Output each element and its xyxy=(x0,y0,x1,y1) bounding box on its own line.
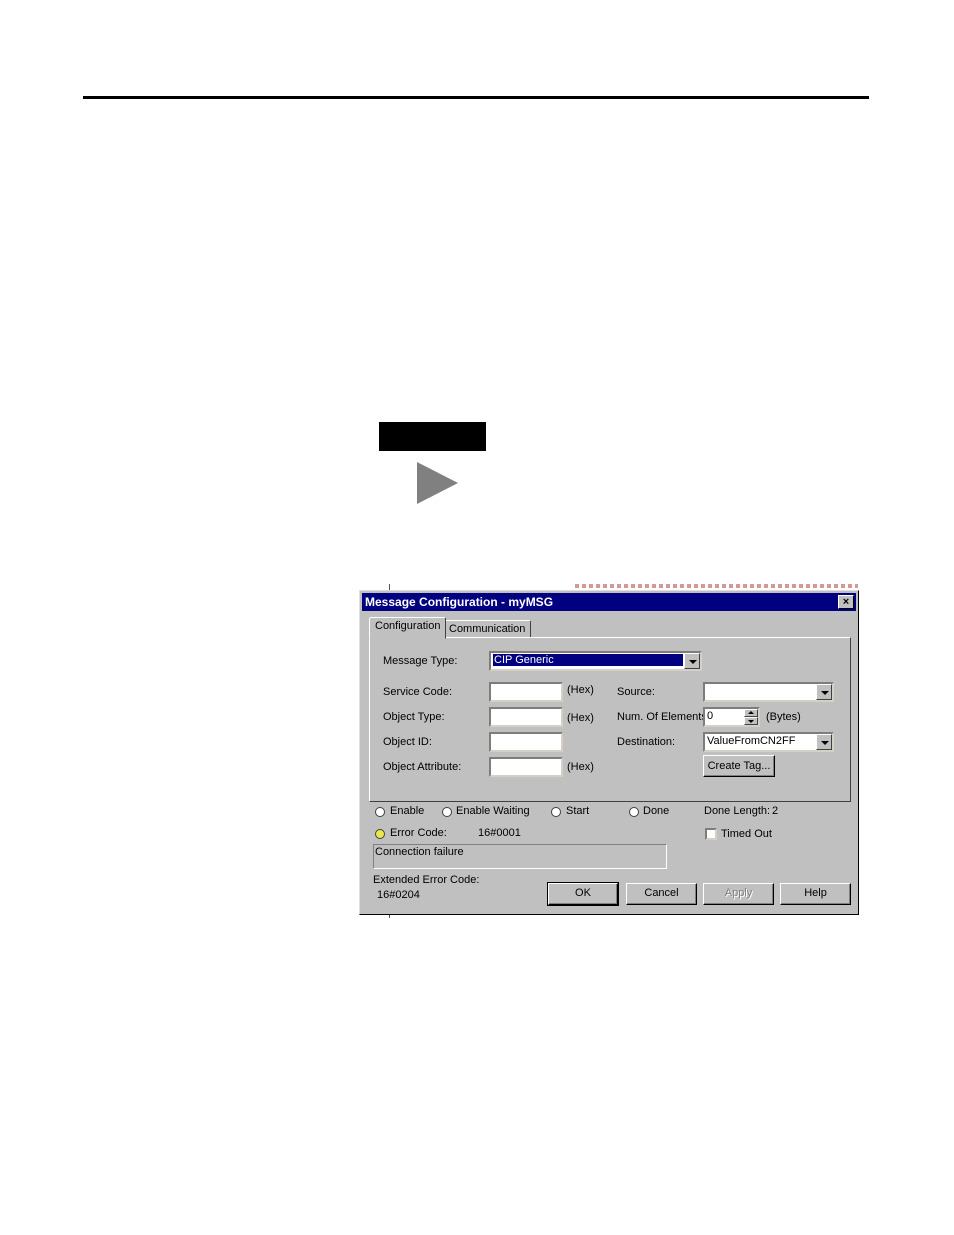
apply-button[interactable]: Apply xyxy=(703,883,774,905)
service-code-input[interactable] xyxy=(489,682,563,702)
start-label: Start xyxy=(566,805,590,817)
message-configuration-dialog: Message Configuration - myMSG × Configur… xyxy=(359,590,859,915)
object-id-label: Object ID: xyxy=(383,736,432,748)
tab-label: Configuration xyxy=(375,620,441,632)
timed-out-checkbox[interactable] xyxy=(705,828,717,840)
num-elements-stepper[interactable]: 0 xyxy=(703,707,760,727)
spin-up-icon[interactable] xyxy=(744,709,758,717)
destination-label: Destination: xyxy=(617,736,676,748)
enable-waiting-label: Enable Waiting xyxy=(456,805,530,817)
timed-out-label: Timed Out xyxy=(721,828,772,840)
enable-waiting-indicator xyxy=(442,807,452,817)
destination-select[interactable]: ValueFromCN2FF xyxy=(703,732,834,752)
error-message-box: Connection failure xyxy=(373,844,667,869)
destination-value: ValueFromCN2FF xyxy=(707,735,796,747)
done-indicator xyxy=(629,807,639,817)
callout-label-bar xyxy=(379,422,486,451)
chevron-down-icon[interactable] xyxy=(816,684,832,700)
error-code-indicator xyxy=(375,829,385,839)
enable-indicator xyxy=(375,807,385,817)
error-message-text: Connection failure xyxy=(375,846,464,858)
create-tag-button[interactable]: Create Tag... xyxy=(703,755,775,777)
configuration-panel: Message Type: CIP Generic Service Code: … xyxy=(369,637,851,802)
done-length-label: Done Length: xyxy=(704,805,771,817)
done-length-value: 2 xyxy=(772,805,779,817)
done-label: Done xyxy=(643,805,670,817)
cancel-button[interactable]: Cancel xyxy=(626,883,697,905)
underline-decoration xyxy=(575,584,858,588)
num-elements-label: Num. Of Elements: xyxy=(617,711,710,723)
message-type-value: CIP Generic xyxy=(492,653,684,667)
help-button[interactable]: Help xyxy=(780,883,851,905)
source-label: Source: xyxy=(617,686,655,698)
object-type-label: Object Type: xyxy=(383,711,445,723)
num-elements-value: 0 xyxy=(707,710,714,722)
num-elements-unit: (Bytes) xyxy=(766,711,801,723)
close-icon[interactable]: × xyxy=(838,595,854,609)
dialog-titlebar: Message Configuration - myMSG × xyxy=(362,593,856,611)
tab-communication[interactable]: Communication xyxy=(443,620,532,638)
start-indicator xyxy=(551,807,561,817)
service-code-unit: (Hex) xyxy=(567,684,594,696)
spin-buttons[interactable] xyxy=(744,709,758,725)
play-arrow-icon xyxy=(417,462,458,504)
object-attribute-unit: (Hex) xyxy=(567,761,594,773)
chevron-down-icon[interactable] xyxy=(816,734,832,750)
object-attribute-label: Object Attribute: xyxy=(383,761,462,773)
spin-down-icon[interactable] xyxy=(744,717,758,725)
tab-configuration[interactable]: Configuration xyxy=(369,617,447,639)
extended-error-label: Extended Error Code: xyxy=(373,874,480,886)
chevron-down-icon[interactable] xyxy=(684,653,700,669)
message-type-label: Message Type: xyxy=(383,655,458,667)
error-code-value: 16#0001 xyxy=(478,827,521,839)
source-select[interactable] xyxy=(703,682,834,702)
enable-label: Enable xyxy=(390,805,425,817)
object-type-input[interactable] xyxy=(489,707,563,727)
error-code-label: Error Code: xyxy=(390,827,447,839)
ok-button[interactable]: OK xyxy=(547,882,619,906)
service-code-label: Service Code: xyxy=(383,686,453,698)
message-type-select[interactable]: CIP Generic xyxy=(489,651,702,671)
dialog-title: Message Configuration - myMSG xyxy=(365,595,554,609)
object-id-input[interactable] xyxy=(489,732,563,752)
page-header-rule xyxy=(83,96,869,99)
tab-label: Communication xyxy=(449,623,526,635)
object-type-unit: (Hex) xyxy=(567,712,594,724)
object-attribute-input[interactable] xyxy=(489,757,563,777)
extended-error-value: 16#0204 xyxy=(377,889,420,901)
